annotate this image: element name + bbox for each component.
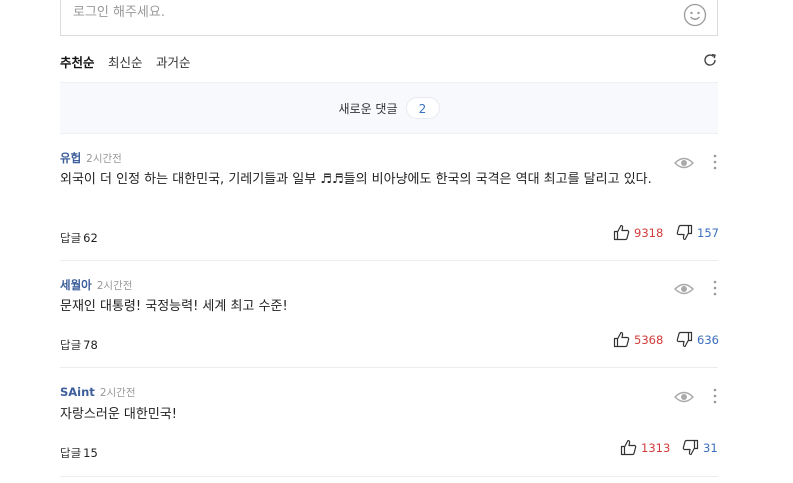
comment-time: 2시간전 — [99, 387, 136, 399]
comment-meta: SAint 2시간전 — [60, 385, 135, 400]
refresh-icon[interactable] — [702, 52, 718, 68]
dislike-button[interactable]: 157 — [676, 224, 719, 241]
more-options-icon[interactable] — [712, 154, 718, 170]
reply-button[interactable]: 답글 62 — [60, 230, 98, 246]
new-comments-button[interactable]: 새로운 댓글 2 — [60, 82, 718, 134]
comment-author[interactable]: 유헙 — [60, 151, 81, 165]
comment-time: 2시간전 — [96, 280, 133, 292]
thumbs-down-icon — [682, 439, 699, 456]
comment-item: SAint 2시간전 자랑스러운 대한민국! 답글 15 1313 31 — [60, 385, 718, 477]
reply-label: 답글 — [60, 231, 82, 245]
comment-item: 유헙 2시간전 외국이 더 인정 하는 대한민국, 기레기들과 일부 ♬♬들의 비… — [60, 150, 719, 261]
comment-author[interactable]: 세월아 — [60, 278, 92, 292]
like-button[interactable]: 5368 — [613, 331, 663, 348]
like-count: 5368 — [634, 332, 664, 347]
new-comments-label: 새로운 댓글 — [338, 101, 398, 116]
comment-author[interactable]: SAint — [60, 385, 95, 399]
sort-bar: 추천순 최신순 과거순 — [60, 50, 718, 72]
comment-text: 문재인 대통령! 국정능력! 세계 최고 수준! — [60, 299, 288, 314]
comment-input[interactable]: 로그인 해주세요. — [60, 0, 718, 36]
dislike-button[interactable]: 31 — [682, 439, 718, 456]
comment-text: 자랑스러운 대한민국! — [60, 407, 177, 422]
sort-oldest[interactable]: 과거순 — [156, 52, 191, 71]
reply-count: 62 — [83, 231, 98, 245]
dislike-button[interactable]: 636 — [676, 331, 719, 348]
sort-recommended[interactable]: 추천순 — [60, 52, 95, 71]
thumbs-up-icon — [613, 331, 630, 348]
reply-label: 답글 — [60, 446, 82, 460]
more-options-icon[interactable] — [712, 280, 718, 296]
reply-button[interactable]: 답글 78 — [60, 337, 98, 353]
thumbs-up-icon — [620, 439, 637, 456]
comment-meta: 세월아 2시간전 — [60, 277, 132, 293]
like-button[interactable]: 9318 — [613, 224, 663, 241]
comment-input-placeholder: 로그인 해주세요. — [73, 5, 165, 20]
new-comments-count: 2 — [405, 97, 440, 119]
comment-item: 세월아 2시간전 문재인 대통령! 국정능력! 세계 최고 수준! 답글 78 53… — [60, 277, 719, 368]
dislike-count: 31 — [703, 440, 718, 455]
eye-icon[interactable] — [674, 156, 694, 170]
eye-icon[interactable] — [674, 282, 694, 296]
thumbs-down-icon — [676, 331, 693, 348]
comment-time: 2시간전 — [86, 153, 122, 165]
reply-count: 78 — [83, 338, 98, 352]
smiley-icon[interactable] — [683, 3, 707, 27]
sort-newest[interactable]: 최신순 — [108, 52, 143, 71]
like-count: 9318 — [634, 225, 664, 240]
thumbs-down-icon — [676, 224, 693, 241]
comment-text: 외국이 더 인정 하는 대한민국, 기레기들과 일부 ♬♬들의 비아냥에도 한국… — [60, 172, 652, 187]
reply-label: 답글 — [60, 338, 82, 352]
dislike-count: 636 — [697, 332, 719, 347]
like-count: 1313 — [641, 440, 671, 455]
eye-icon[interactable] — [674, 390, 694, 404]
reply-count: 15 — [83, 446, 98, 460]
thumbs-up-icon — [613, 224, 630, 241]
like-button[interactable]: 1313 — [620, 439, 670, 456]
more-options-icon[interactable] — [712, 388, 718, 404]
dislike-count: 157 — [697, 225, 719, 240]
reply-button[interactable]: 답글 15 — [60, 445, 98, 461]
comment-meta: 유헙 2시간전 — [60, 150, 122, 166]
